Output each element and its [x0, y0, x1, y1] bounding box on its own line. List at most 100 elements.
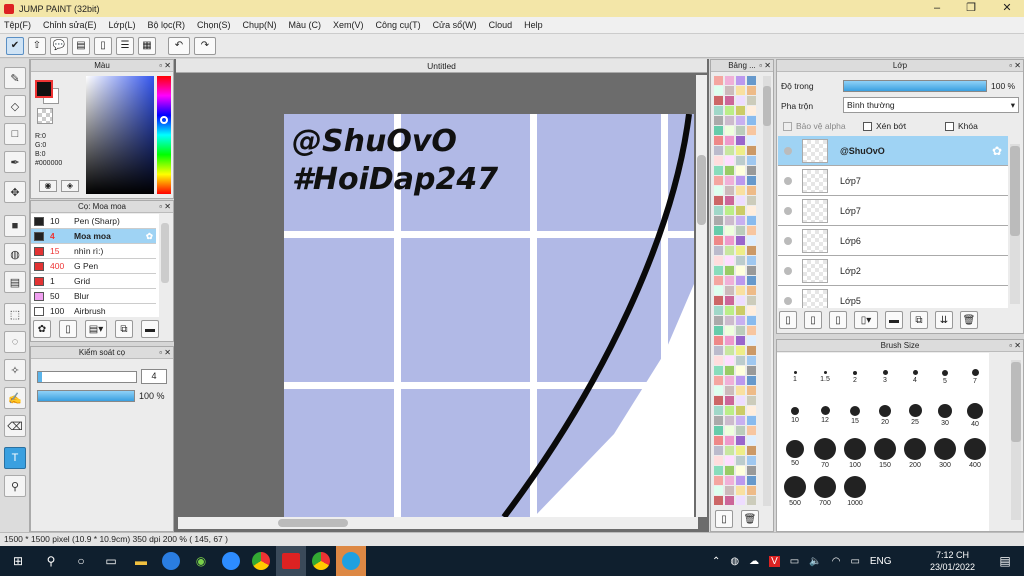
- brush-size-option[interactable]: 1.5: [811, 359, 839, 395]
- layer-visibility-icon[interactable]: [784, 176, 792, 185]
- layer-visibility-icon[interactable]: [784, 296, 792, 305]
- list-icon[interactable]: ☰: [116, 36, 134, 55]
- close-button[interactable]: ✕: [990, 0, 1024, 17]
- new-layer-8bit-icon[interactable]: ▯: [804, 311, 822, 329]
- brush-size-option[interactable]: 100: [841, 435, 869, 471]
- layer-settings-icon[interactable]: ✿: [992, 144, 1002, 158]
- pen-tool-icon[interactable]: ✒: [4, 151, 26, 173]
- brush-size-option[interactable]: 1: [781, 359, 809, 395]
- brush-list-scrollbar[interactable]: [161, 223, 169, 283]
- brush-size-option[interactable]: 70: [811, 435, 839, 471]
- message-icon[interactable]: ▤: [72, 36, 90, 55]
- brush-size-option[interactable]: 700: [811, 473, 839, 509]
- layer-row[interactable]: Lớp7: [778, 166, 1008, 196]
- brush-size-option[interactable]: 15: [841, 397, 869, 433]
- fill-rectangle-tool-icon[interactable]: ■: [4, 215, 26, 237]
- network-icon[interactable]: ▭: [790, 556, 799, 567]
- panel-close-icon[interactable]: ▫ ✕: [759, 60, 771, 72]
- brush-type-dropdown-icon[interactable]: ▤▾: [85, 320, 107, 338]
- clock[interactable]: 7:12 CH 23/01/2022: [930, 549, 975, 573]
- layer-row[interactable]: @ShuOvO ✿: [778, 136, 1008, 166]
- redo-button[interactable]: ↷: [194, 36, 216, 55]
- brush-size-option[interactable]: 200: [901, 435, 929, 471]
- horizontal-scrollbar[interactable]: [178, 517, 698, 529]
- eyedropper-tool-icon[interactable]: ⚲: [4, 475, 26, 497]
- rectangle-tool-icon[interactable]: □: [4, 123, 26, 145]
- brush-size-option[interactable]: 50: [781, 435, 809, 471]
- layer-visibility-icon[interactable]: [784, 266, 792, 275]
- brush-tool-icon[interactable]: ✎: [4, 67, 26, 89]
- new-palette-icon[interactable]: ▯: [715, 510, 733, 528]
- lasso-tool-icon[interactable]: ◌: [4, 331, 26, 353]
- brush-item[interactable]: 15 nhìn rì:): [31, 244, 156, 259]
- language-indicator[interactable]: ENG: [870, 556, 892, 567]
- layer-row[interactable]: Lớp6: [778, 226, 1008, 256]
- layer-row[interactable]: Lớp7: [778, 196, 1008, 226]
- brush-size-option[interactable]: 30: [931, 397, 959, 433]
- brush-settings-icon[interactable]: ✿: [146, 231, 153, 242]
- menu-item[interactable]: Bộ lọc(R): [147, 20, 185, 30]
- document-icon[interactable]: ▯: [94, 36, 112, 55]
- brush-size-option[interactable]: 4: [901, 359, 929, 395]
- bucket-tool-icon[interactable]: ◍: [4, 243, 26, 265]
- comment-icon[interactable]: 💬: [50, 36, 68, 55]
- brush-size-option[interactable]: 20: [871, 397, 899, 433]
- wechat-icon[interactable]: ◉: [186, 546, 216, 576]
- check-icon[interactable]: ✔: [6, 36, 24, 55]
- delete-palette-icon[interactable]: 🗑: [741, 510, 759, 528]
- document-tab[interactable]: Untitled: [176, 59, 707, 73]
- brush-size-option[interactable]: 300: [931, 435, 959, 471]
- merge-layer-icon[interactable]: ⇊: [935, 311, 953, 329]
- move-tool-icon[interactable]: ✥: [4, 181, 26, 203]
- menu-item[interactable]: Chọn(S): [197, 20, 231, 30]
- panel-close-icon[interactable]: ▫ ✕: [159, 201, 171, 213]
- layer-row[interactable]: Lớp5: [778, 286, 1008, 308]
- brush-item[interactable]: 400 G Pen: [31, 259, 156, 274]
- foreground-color-swatch[interactable]: [35, 80, 53, 98]
- color-wheel-icon[interactable]: ◉: [39, 180, 57, 192]
- brush-item[interactable]: 4 Moa moa ✿: [31, 229, 156, 244]
- layer-visibility-icon[interactable]: [784, 206, 792, 215]
- brush-item[interactable]: 10 Pen (Sharp): [31, 214, 156, 229]
- delete-layer-icon[interactable]: 🗑: [960, 311, 978, 329]
- menu-item[interactable]: Cloud: [489, 20, 513, 30]
- layer-opacity-slider[interactable]: [843, 80, 987, 92]
- panel-close-icon[interactable]: ▫ ✕: [159, 60, 171, 72]
- blend-mode-select[interactable]: Bình thường ▾: [843, 97, 1019, 113]
- zalo-icon[interactable]: [156, 546, 186, 576]
- copy-brush-icon[interactable]: ⧉: [115, 320, 133, 338]
- brush-size-option[interactable]: 1000: [841, 473, 869, 509]
- duplicate-layer-icon[interactable]: ⧉: [910, 311, 928, 329]
- panel-close-icon[interactable]: ▫ ✕: [1009, 340, 1021, 352]
- share-icon[interactable]: ⇧: [28, 36, 46, 55]
- notification-icon[interactable]: ▤: [990, 546, 1020, 576]
- text-tool-icon[interactable]: T: [4, 447, 26, 469]
- brush-size-option[interactable]: 400: [961, 435, 989, 471]
- task-view-icon[interactable]: ▭: [96, 546, 126, 576]
- chevron-up-icon[interactable]: ⌃: [712, 556, 720, 567]
- windows-start-icon[interactable]: ⊞: [0, 546, 36, 576]
- jump-paint-taskbar-icon[interactable]: [276, 546, 306, 576]
- search-icon[interactable]: ⚲: [36, 546, 66, 576]
- new-brush-icon[interactable]: ▯: [59, 320, 77, 338]
- menu-item[interactable]: Chỉnh sửa(E): [43, 20, 97, 30]
- menu-item[interactable]: Cửa sổ(W): [433, 20, 477, 30]
- protect-alpha-checkbox[interactable]: Bảo vệ alpha: [783, 121, 846, 131]
- layer-row[interactable]: Lớp2: [778, 256, 1008, 286]
- color-mixer-icon[interactable]: ◈: [61, 180, 79, 192]
- brush-size-option[interactable]: 3: [871, 359, 899, 395]
- cloud-icon[interactable]: ☁: [749, 556, 759, 567]
- clipping-checkbox[interactable]: Xén bớt: [863, 121, 906, 131]
- transparent-color-swatch[interactable]: [37, 108, 53, 124]
- brush-size-option[interactable]: 150: [871, 435, 899, 471]
- brush-size-option[interactable]: 5: [931, 359, 959, 395]
- brush-size-option[interactable]: 25: [901, 397, 929, 433]
- brush-size-option[interactable]: 2: [841, 359, 869, 395]
- panel-close-icon[interactable]: ▫ ✕: [159, 347, 171, 359]
- select-pen-tool-icon[interactable]: ✍: [4, 387, 26, 409]
- brush-size-option[interactable]: 12: [811, 397, 839, 433]
- brush-item[interactable]: 50 Blur: [31, 289, 156, 304]
- menu-item[interactable]: Tệp(F): [4, 20, 31, 30]
- new-layer-icon[interactable]: ▯: [779, 311, 797, 329]
- menu-item[interactable]: Help: [524, 20, 543, 30]
